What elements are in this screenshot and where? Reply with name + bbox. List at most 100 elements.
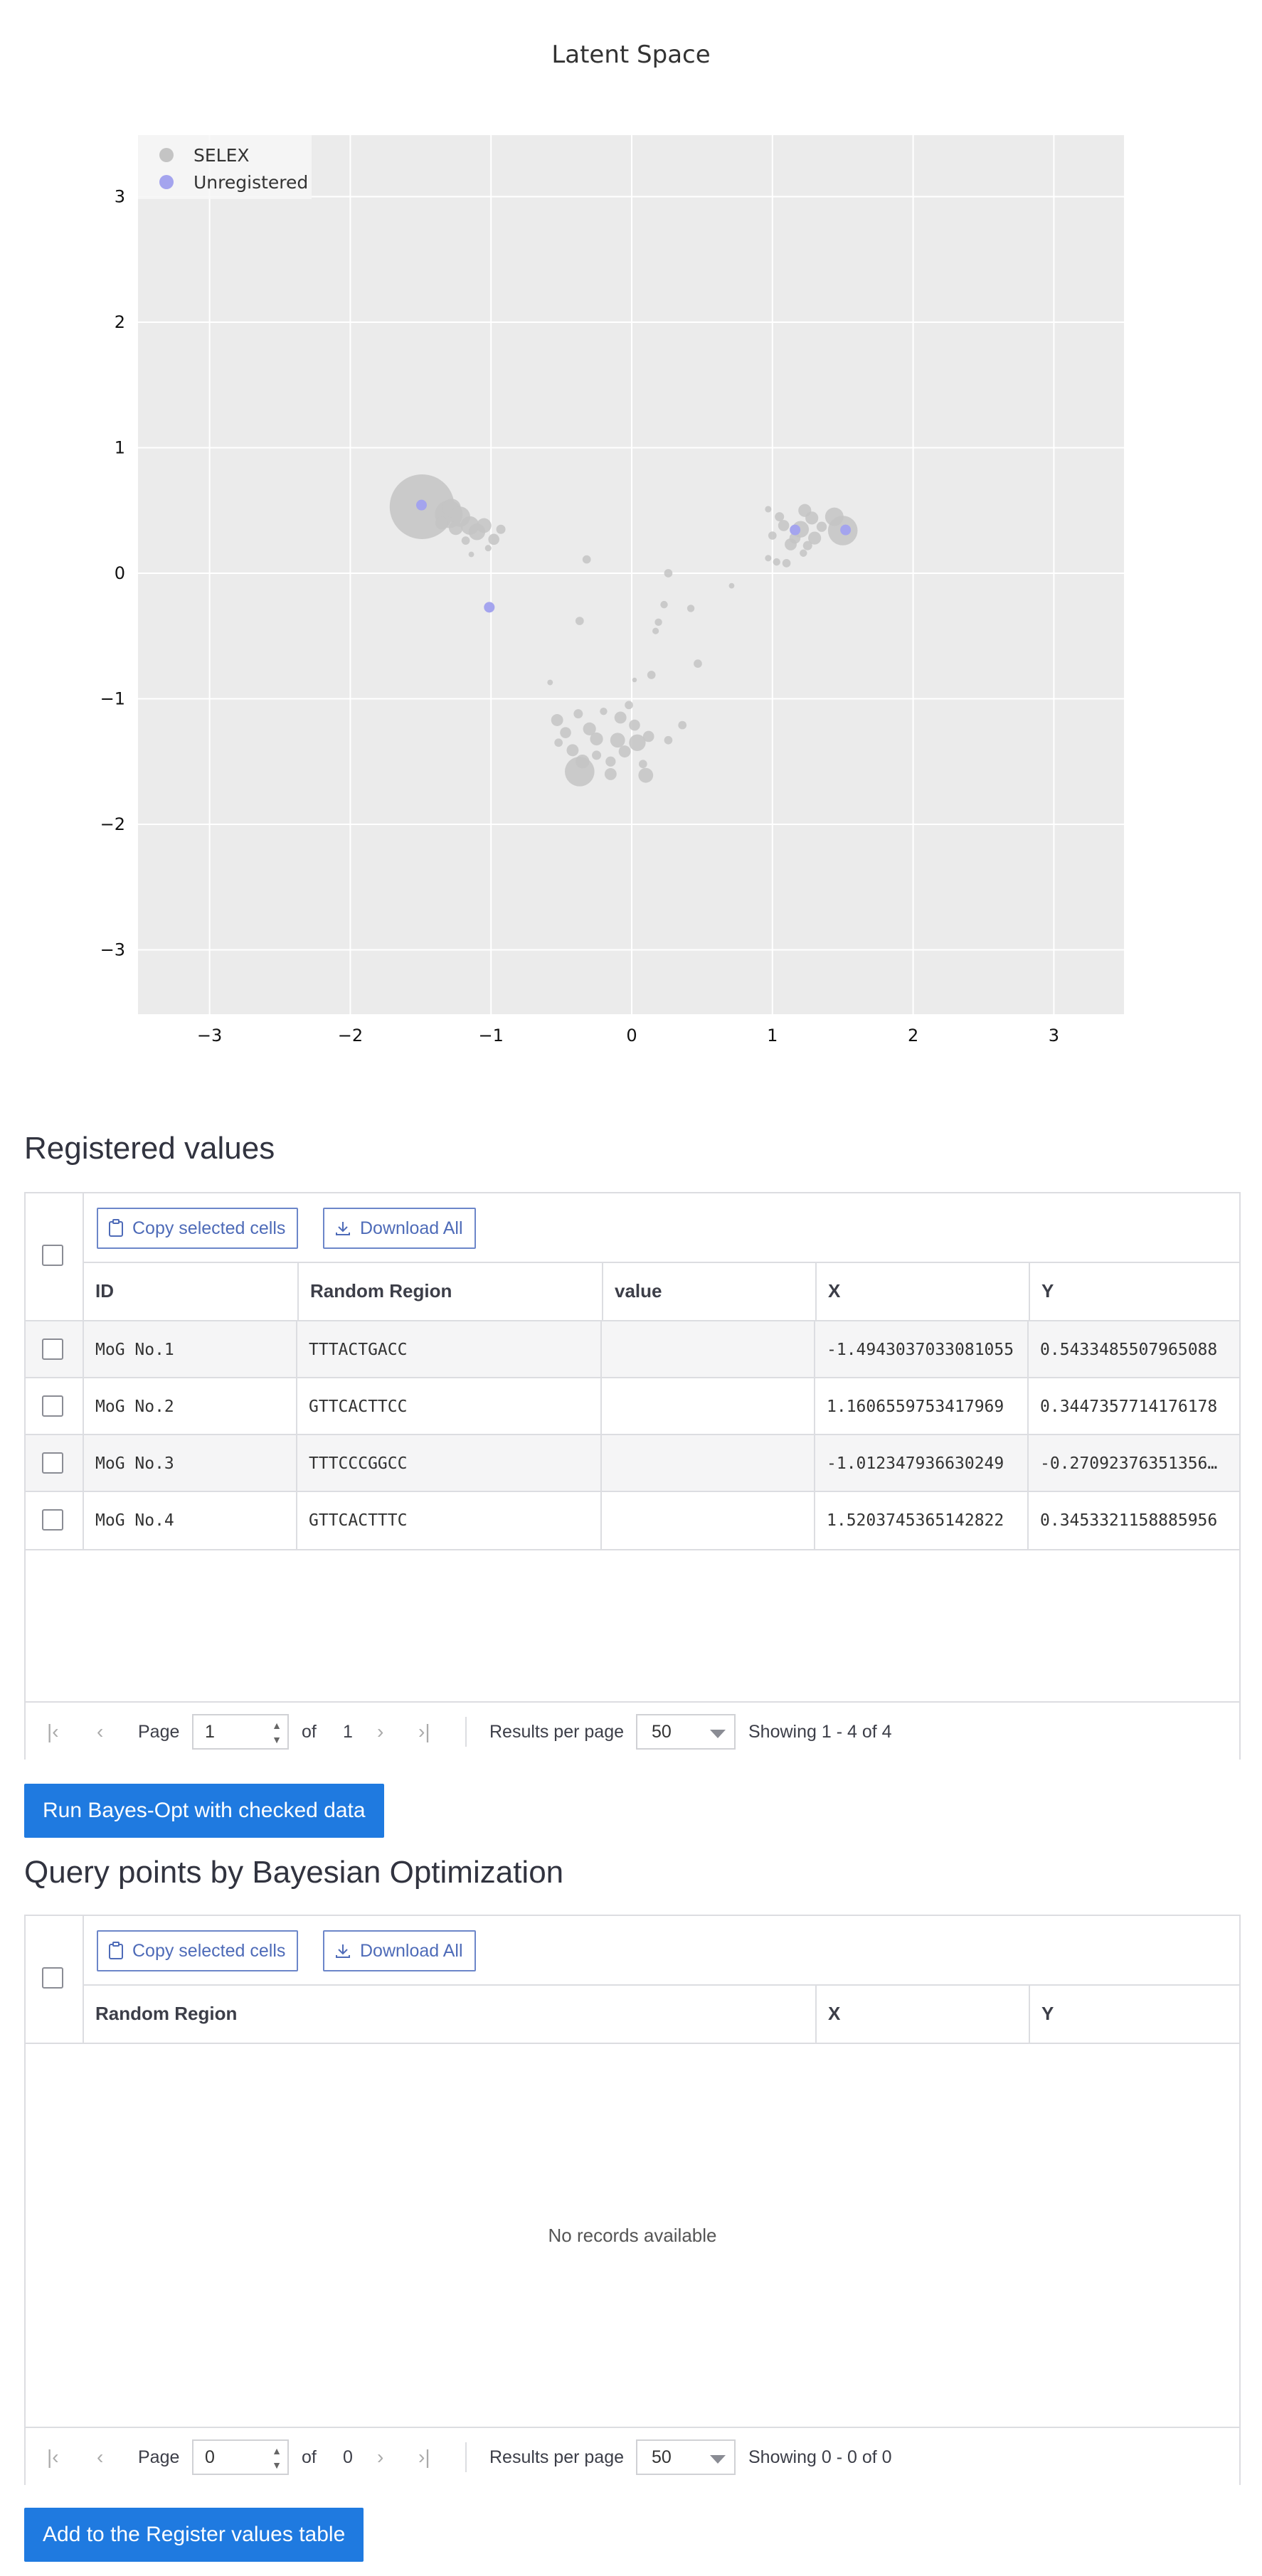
scatter-point[interactable]	[802, 541, 812, 550]
scatter-point[interactable]	[765, 506, 772, 513]
scatter-point[interactable]	[496, 524, 506, 534]
scatter-point[interactable]	[449, 521, 463, 536]
scatter-point[interactable]	[625, 701, 633, 710]
cell-x[interactable]: -1.012347936630249	[814, 1435, 1027, 1492]
scatter-point[interactable]	[605, 756, 616, 767]
row-checkbox[interactable]	[42, 1395, 63, 1417]
last-page-icon[interactable]: ›|	[418, 1703, 430, 1761]
scatter-point[interactable]	[638, 767, 654, 783]
scatter-point[interactable]	[582, 555, 591, 564]
cell-x[interactable]: -1.4943037033081055	[814, 1321, 1027, 1378]
row-checkbox[interactable]	[42, 1338, 63, 1360]
scatter-point[interactable]	[773, 558, 780, 566]
scatter-point[interactable]	[647, 671, 656, 679]
cell-value[interactable]	[600, 1435, 814, 1492]
cell-y[interactable]: -0.27092376351356…	[1027, 1435, 1241, 1492]
cell-value[interactable]	[600, 1492, 814, 1549]
scatter-point[interactable]	[554, 738, 563, 747]
previous-page-icon[interactable]: ‹	[97, 2428, 103, 2486]
cell-random-region[interactable]: GTTCACTTTC	[296, 1492, 600, 1549]
cell-id[interactable]: MoG No.2	[83, 1378, 296, 1435]
column-header-y[interactable]: Y	[1029, 1262, 1242, 1320]
cell-y[interactable]: 0.3453321158885956	[1027, 1492, 1241, 1549]
scatter-point[interactable]	[775, 512, 785, 522]
legend-label-unregistered[interactable]: Unregistered	[193, 172, 308, 193]
scatter-point[interactable]	[573, 709, 583, 719]
page-number-input[interactable]: 1 ▲ ▼	[192, 1714, 289, 1750]
download-all-button[interactable]: Download All	[323, 1930, 476, 1971]
cell-y[interactable]: 0.3447357714176178	[1027, 1378, 1241, 1435]
scatter-point[interactable]	[566, 744, 579, 757]
scatter-point[interactable]	[782, 559, 791, 568]
scatter-point[interactable]	[551, 714, 563, 726]
select-all-checkbox[interactable]	[42, 1967, 63, 1989]
table-row[interactable]: MoG No.3 TTTCCCGGCC -1.012347936630249 -…	[26, 1434, 1239, 1492]
cell-value[interactable]	[600, 1321, 814, 1378]
scatter-point[interactable]	[614, 711, 627, 724]
scatter-point[interactable]	[629, 719, 640, 731]
table-row[interactable]: MoG No.1 TTTACTGACC -1.4943037033081055 …	[26, 1320, 1239, 1378]
scatter-point[interactable]	[840, 524, 852, 536]
column-header-id[interactable]: ID	[84, 1262, 297, 1320]
download-all-button[interactable]: Download All	[323, 1208, 476, 1249]
scatter-point[interactable]	[816, 521, 827, 532]
cell-random-region[interactable]: TTTCCCGGCC	[296, 1435, 600, 1492]
scatter-point[interactable]	[610, 733, 625, 748]
scatter-point[interactable]	[415, 499, 427, 511]
column-header-x[interactable]: X	[815, 1984, 1029, 2043]
cell-x[interactable]: 1.1606559753417969	[814, 1378, 1027, 1435]
scatter-point[interactable]	[664, 569, 673, 578]
scatter-point[interactable]	[565, 757, 595, 787]
scatter-point[interactable]	[560, 727, 571, 738]
scatter-point[interactable]	[604, 767, 617, 780]
cell-random-region[interactable]: GTTCACTTCC	[296, 1378, 600, 1435]
scatter-point[interactable]	[484, 602, 495, 613]
scatter-point[interactable]	[435, 516, 449, 530]
scatter-point[interactable]	[686, 605, 695, 612]
results-per-page-select[interactable]: 50	[636, 1714, 736, 1750]
scatter-point[interactable]	[476, 518, 492, 533]
add-to-register-button[interactable]: Add to the Register values table	[24, 2508, 364, 2562]
scatter-point[interactable]	[664, 735, 673, 745]
row-checkbox[interactable]	[42, 1452, 63, 1474]
table-row[interactable]: MoG No.2 GTTCACTTCC 1.1606559753417969 0…	[26, 1377, 1239, 1435]
scatter-point[interactable]	[575, 617, 584, 625]
column-header-random-region[interactable]: Random Region	[297, 1262, 602, 1320]
scatter-point[interactable]	[778, 520, 790, 531]
results-per-page-select[interactable]: 50	[636, 2439, 736, 2475]
scatter-point[interactable]	[694, 659, 702, 668]
legend-label-selex[interactable]: SELEX	[193, 145, 250, 166]
run-bayes-opt-button[interactable]: Run Bayes-Opt with checked data	[24, 1784, 384, 1838]
cell-id[interactable]: MoG No.1	[83, 1321, 296, 1378]
legend[interactable]: SELEX Unregistered	[138, 135, 312, 199]
scatter-point[interactable]	[765, 555, 772, 562]
scatter-point[interactable]	[800, 549, 807, 557]
scatter-point[interactable]	[547, 679, 553, 686]
scatter-point[interactable]	[652, 627, 659, 634]
scatter-point[interactable]	[660, 600, 668, 609]
page-number-input[interactable]: 0 ▲ ▼	[192, 2439, 289, 2475]
scatter-point[interactable]	[468, 551, 474, 558]
page-spinner-icon[interactable]: ▲ ▼	[272, 2444, 282, 2472]
column-header-y[interactable]: Y	[1029, 1984, 1242, 2043]
scatter-point[interactable]	[618, 745, 631, 758]
scatter-point[interactable]	[768, 531, 777, 540]
page-spinner-icon[interactable]: ▲ ▼	[272, 1718, 282, 1747]
scatter-point[interactable]	[805, 511, 819, 525]
previous-page-icon[interactable]: ‹	[97, 1703, 103, 1761]
table-row[interactable]: MoG No.4 GTTCACTTTC 1.5203745365142822 0…	[26, 1491, 1239, 1550]
scatter-point[interactable]	[592, 750, 602, 760]
column-header-value[interactable]: value	[602, 1262, 815, 1320]
last-page-icon[interactable]: ›|	[418, 2428, 430, 2486]
scatter-point[interactable]	[638, 760, 647, 769]
first-page-icon[interactable]: |‹	[47, 1703, 59, 1761]
scatter-point[interactable]	[642, 730, 654, 743]
next-page-icon[interactable]: ›	[377, 1703, 383, 1761]
scatter-point[interactable]	[632, 677, 637, 683]
cell-y[interactable]: 0.5433485507965088	[1027, 1321, 1241, 1378]
copy-selected-cells-button[interactable]: Copy selected cells	[97, 1208, 299, 1249]
cell-id[interactable]: MoG No.3	[83, 1435, 296, 1492]
scatter-point[interactable]	[488, 533, 499, 545]
scatter-point[interactable]	[728, 582, 735, 589]
scatter-point[interactable]	[600, 707, 608, 715]
